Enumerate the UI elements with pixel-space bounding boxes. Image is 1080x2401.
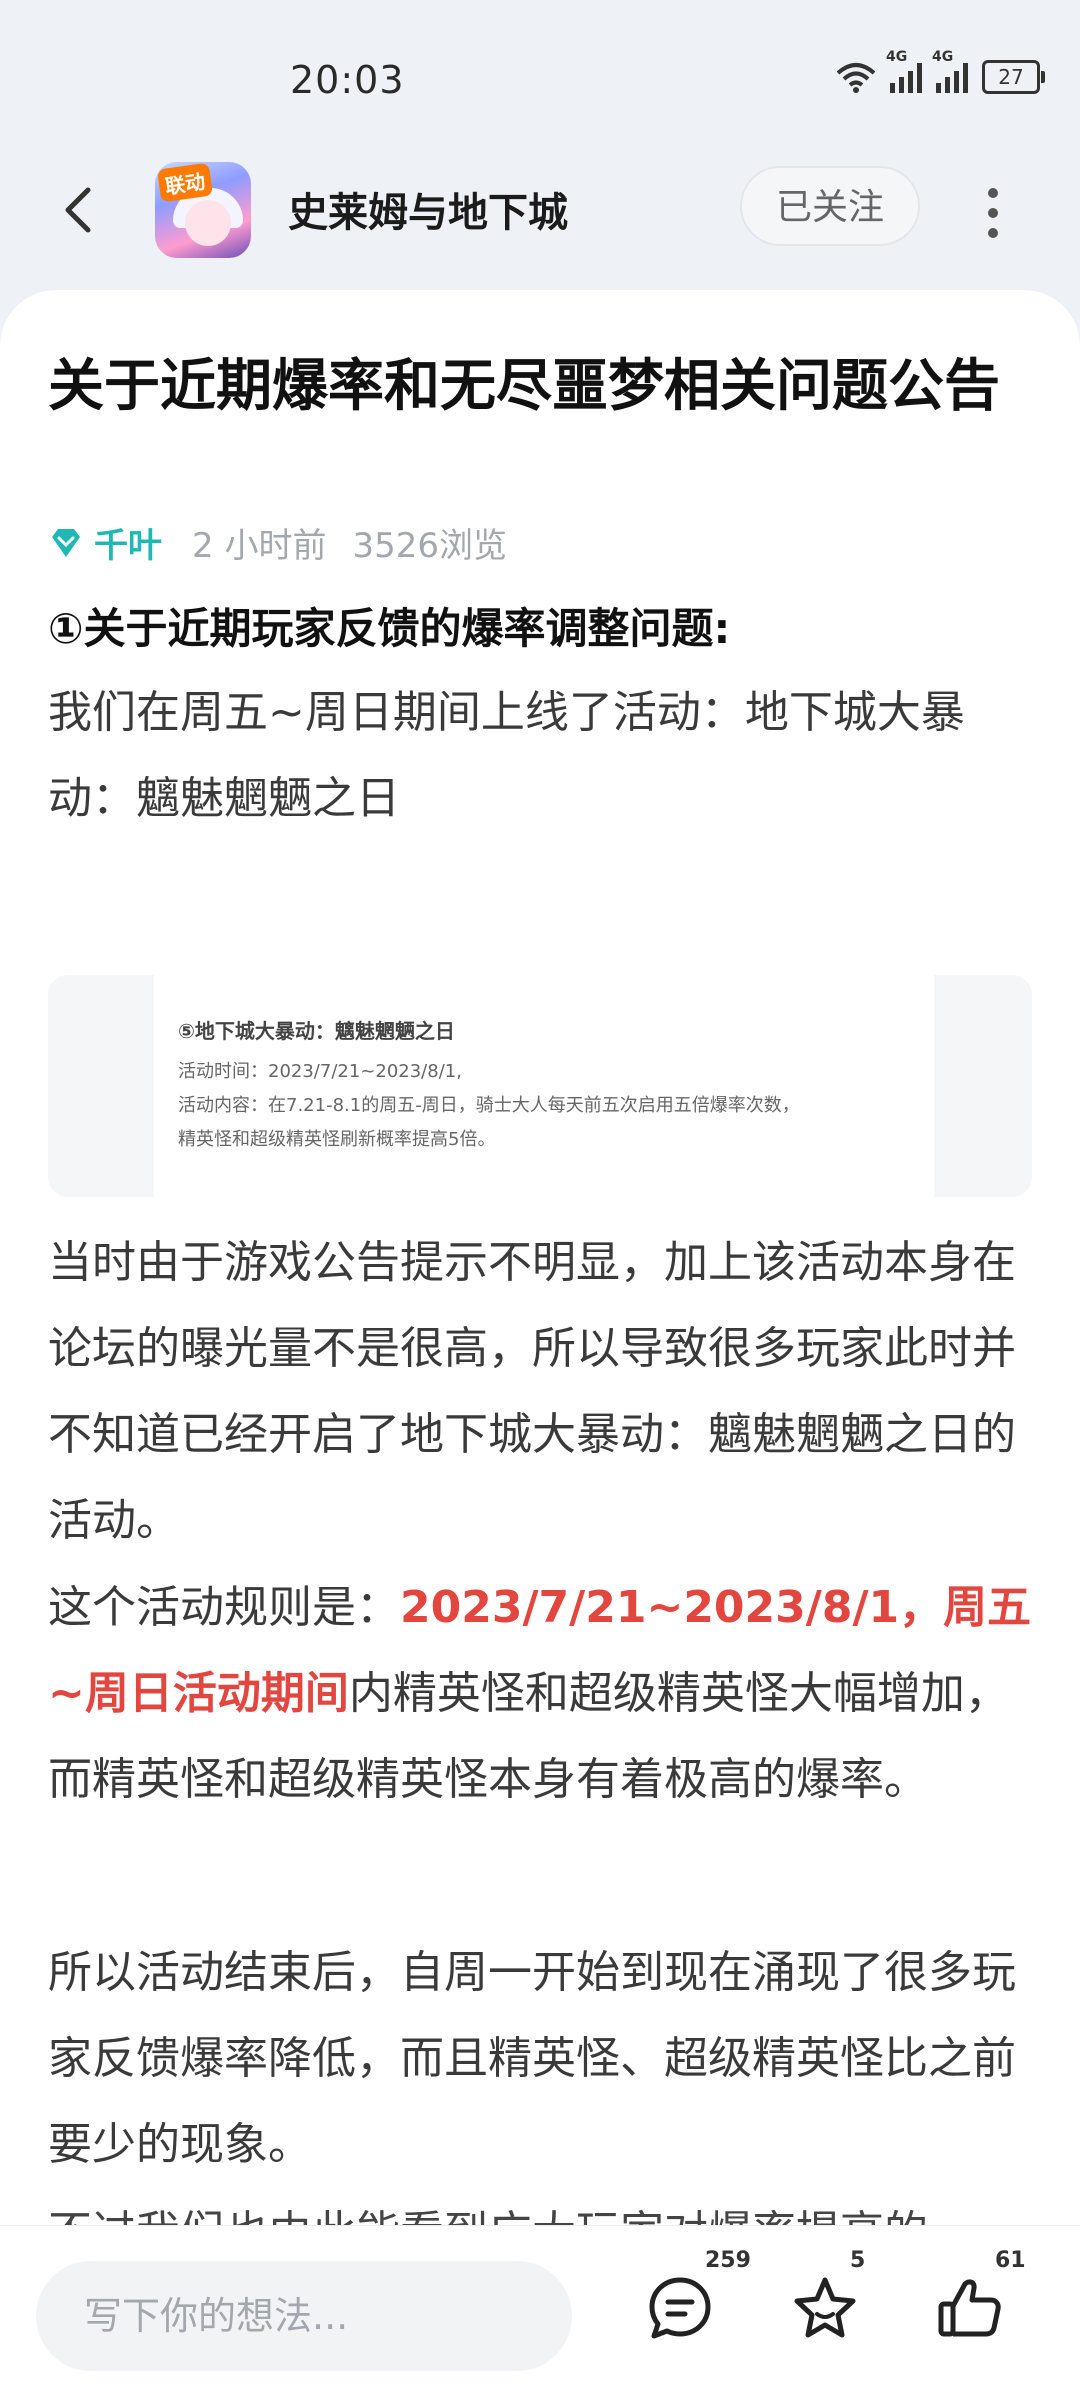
embedded-image-content: ⑤地下城大暴动：魑魅魍魉之日 活动时间：2023/7/21~2023/8/1, …: [154, 975, 934, 1197]
post-card: 关于近期爆率和无尽噩梦相关问题公告 千叶 2 小时前 3526浏览 ①关于近期玩…: [0, 290, 1080, 2400]
wifi-icon: [836, 63, 876, 93]
post-meta: 千叶 2 小时前 3526浏览: [48, 518, 507, 567]
view-count: 3526浏览: [352, 526, 507, 566]
status-icons: 4G 4G 27: [836, 49, 1045, 94]
diamond-icon: [52, 528, 80, 557]
comment-icon: [649, 2277, 711, 2339]
paragraph-3-prefix: 这个活动规则是：: [48, 1582, 400, 1633]
star-icon: [794, 2277, 856, 2338]
comment-count: 259: [705, 2248, 751, 2273]
paragraph-1: 我们在周五~周日期间上线了活动：地下城大暴动：魑魅魍魉之日: [48, 687, 965, 824]
paragraph-3: 这个活动规则是：2023/7/21~2023/8/1，周五~周日活动期间内精英怪…: [48, 1565, 1048, 1823]
embedded-image-line: 精英怪和超级精英怪刷新概率提高5倍。: [178, 1129, 496, 1150]
paragraph-4: 所以活动结束后，自周一开始到现在涌现了很多玩家反馈爆率降低，而且精英怪、超级精英…: [48, 1947, 1016, 2170]
follow-button[interactable]: 已关注: [740, 166, 920, 246]
app-avatar[interactable]: 联动: [155, 162, 251, 258]
thumbs-up-icon: [938, 2279, 1001, 2337]
favorite-button[interactable]: 5: [790, 2248, 870, 2354]
battery-icon: 27: [982, 60, 1045, 94]
comment-button[interactable]: 259: [645, 2248, 751, 2354]
favorite-count: 5: [850, 2248, 866, 2273]
more-options-icon[interactable]: [968, 182, 1018, 242]
paragraph-2: 当时由于游戏公告提示不明显，加上该活动本身在论坛的曝光量不是很高，所以导致很多玩…: [48, 1237, 1016, 1546]
signal-2-icon: 4G: [932, 49, 968, 93]
like-count: 61: [995, 2248, 1026, 2273]
post-title: 关于近期爆率和无尽噩梦相关问题公告: [48, 354, 1000, 419]
status-bar: 20:03 4G 4G 27: [0, 0, 1080, 150]
app-name[interactable]: 史莱姆与地下城: [288, 180, 568, 238]
embedded-image[interactable]: ⑤地下城大暴动：魑魅魍魉之日 活动时间：2023/7/21~2023/8/1, …: [48, 975, 1032, 1197]
like-button[interactable]: 61: [935, 2248, 1026, 2354]
signal-1-icon: 4G: [886, 49, 922, 93]
bottom-action-bar: 259 5 61: [0, 2225, 1080, 2401]
header: 联动 史莱姆与地下城 已关注: [0, 150, 1080, 280]
status-time: 20:03: [290, 58, 405, 102]
back-arrow-icon[interactable]: [52, 180, 112, 240]
author-name[interactable]: 千叶: [94, 518, 162, 567]
embedded-image-line: 活动内容：在7.21-8.1的周五-周日，骑士大人每天前五次启用五倍爆率次数，: [178, 1095, 800, 1116]
post-time: 2 小时前: [192, 526, 327, 566]
embedded-image-line: 活动时间：2023/7/21~2023/8/1,: [178, 1061, 462, 1082]
section-heading: ①关于近期玩家反馈的爆率调整问题:: [48, 604, 731, 653]
comment-input[interactable]: [36, 2261, 572, 2371]
embedded-image-line: ⑤地下城大暴动：魑魅魍魉之日: [178, 1019, 455, 1043]
